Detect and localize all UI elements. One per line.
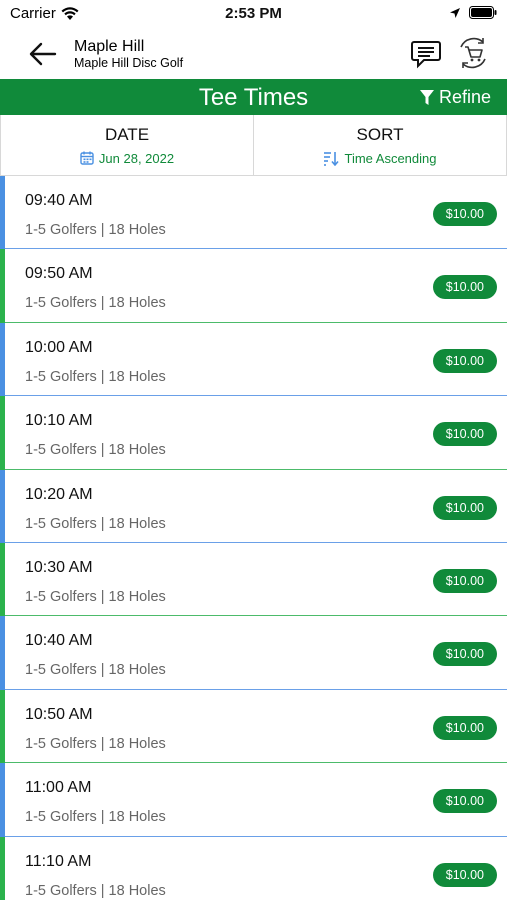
tee-time-label: 10:50 AM bbox=[25, 705, 93, 723]
calendar-icon bbox=[80, 151, 94, 165]
price-button[interactable]: $10.00 bbox=[432, 348, 497, 373]
price-button[interactable]: $10.00 bbox=[432, 789, 497, 814]
date-filter-label: DATE bbox=[104, 124, 150, 144]
price-button[interactable]: $10.00 bbox=[432, 495, 497, 520]
price-button[interactable]: $10.00 bbox=[432, 275, 497, 300]
price-button[interactable]: $10.00 bbox=[432, 862, 497, 887]
tee-time-details: 1-5 Golfers | 18 Holes bbox=[25, 515, 166, 532]
price-button[interactable]: $10.00 bbox=[432, 202, 497, 226]
refine-button[interactable]: Refine bbox=[419, 87, 491, 108]
date-value-text: Jun 28, 2022 bbox=[98, 150, 175, 166]
tee-time-label: 10:20 AM bbox=[25, 485, 93, 503]
sort-value-text: Time Ascending bbox=[344, 150, 437, 166]
status-bar: Carrier 2:53 PM bbox=[0, 0, 507, 30]
course-title: Maple Hill bbox=[74, 38, 145, 55]
tee-time-row[interactable]: 10:00 AM 1-5 Golfers | 18 Holes $10.00 bbox=[0, 322, 507, 397]
nav-header: Maple Hill Maple Hill Disc Golf bbox=[0, 30, 507, 79]
tee-time-label: 11:10 AM bbox=[25, 852, 92, 870]
tee-time-row[interactable]: 11:00 AM 1-5 Golfers | 18 Holes $10.00 bbox=[0, 763, 507, 837]
back-button[interactable] bbox=[26, 39, 60, 69]
chat-icon bbox=[411, 41, 441, 69]
tee-time-label: 09:40 AM bbox=[25, 192, 93, 209]
filter-bar: DATE Jun 28, 2022 SORT Time Ascending bbox=[0, 115, 507, 176]
tee-time-label: 10:00 AM bbox=[25, 338, 93, 356]
sort-filter-label: SORT bbox=[356, 124, 404, 144]
tee-time-label: 10:30 AM bbox=[25, 558, 93, 576]
tee-time-label: 10:10 AM bbox=[25, 412, 93, 430]
price-button[interactable]: $10.00 bbox=[432, 568, 497, 593]
price-button[interactable]: $10.00 bbox=[432, 642, 497, 667]
tee-time-details: 1-5 Golfers | 18 Holes bbox=[25, 882, 166, 899]
tee-time-details: 1-5 Golfers | 18 Holes bbox=[25, 809, 166, 826]
tee-time-label: 11:00 AM bbox=[25, 779, 92, 797]
tee-time-details: 1-5 Golfers | 18 Holes bbox=[25, 295, 166, 312]
tee-time-row[interactable]: 10:10 AM 1-5 Golfers | 18 Holes $10.00 bbox=[0, 396, 507, 470]
refine-label: Refine bbox=[438, 87, 491, 107]
cart-button[interactable] bbox=[455, 35, 491, 71]
battery-icon bbox=[469, 6, 497, 19]
location-arrow-icon bbox=[450, 7, 460, 18]
status-right bbox=[449, 6, 497, 19]
back-arrow-icon bbox=[29, 42, 57, 66]
sort-ascending-icon bbox=[324, 151, 340, 166]
status-time: 2:53 PM bbox=[225, 5, 282, 22]
tee-time-label: 10:40 AM bbox=[25, 632, 93, 650]
nav-titles: Maple Hill Maple Hill Disc Golf bbox=[74, 38, 183, 70]
tee-time-details: 1-5 Golfers | 18 Holes bbox=[25, 368, 166, 385]
tee-time-row[interactable]: 11:10 AM 1-5 Golfers | 18 Holes $10.00 bbox=[0, 836, 507, 900]
tee-time-label: 09:50 AM bbox=[25, 265, 93, 283]
course-subtitle: Maple Hill Disc Golf bbox=[74, 56, 184, 70]
tee-time-details: 1-5 Golfers | 18 Holes bbox=[25, 222, 166, 238]
price-button[interactable]: $10.00 bbox=[432, 422, 497, 447]
cart-refresh-icon bbox=[460, 37, 486, 69]
tee-time-details: 1-5 Golfers | 18 Holes bbox=[25, 588, 166, 605]
tee-time-row[interactable]: 10:50 AM 1-5 Golfers | 18 Holes $10.00 bbox=[0, 689, 507, 764]
sort-filter-value: Time Ascending bbox=[323, 150, 437, 166]
date-filter-value: Jun 28, 2022 bbox=[80, 151, 174, 166]
tee-time-details: 1-5 Golfers | 18 Holes bbox=[25, 662, 166, 679]
price-button[interactable]: $10.00 bbox=[432, 715, 497, 740]
sort-filter[interactable]: SORT Time Ascending bbox=[254, 115, 507, 175]
tee-times-banner: Tee Times Refine bbox=[0, 79, 507, 115]
tee-time-row[interactable]: 09:50 AM 1-5 Golfers | 18 Holes $10.00 bbox=[0, 249, 507, 324]
tee-time-row[interactable]: 10:40 AM 1-5 Golfers | 18 Holes $10.00 bbox=[0, 616, 507, 691]
tee-time-details: 1-5 Golfers | 18 Holes bbox=[25, 735, 166, 752]
date-filter[interactable]: DATE Jun 28, 2022 bbox=[0, 115, 254, 175]
chat-button[interactable] bbox=[410, 39, 442, 69]
tee-time-details: 1-5 Golfers | 18 Holes bbox=[25, 442, 166, 459]
tee-times-list: 09:40 AM 1-5 Golfers | 18 Holes $10.00 09:5… bbox=[0, 176, 507, 900]
tee-time-row[interactable]: 10:30 AM 1-5 Golfers | 18 Holes $10.00 bbox=[0, 542, 507, 617]
tee-time-row[interactable]: 10:20 AM 1-5 Golfers | 18 Holes $10.00 bbox=[0, 469, 507, 544]
tee-time-row[interactable]: 09:40 AM 1-5 Golfers | 18 Holes $10.00 bbox=[0, 176, 507, 250]
filter-icon bbox=[419, 89, 434, 105]
